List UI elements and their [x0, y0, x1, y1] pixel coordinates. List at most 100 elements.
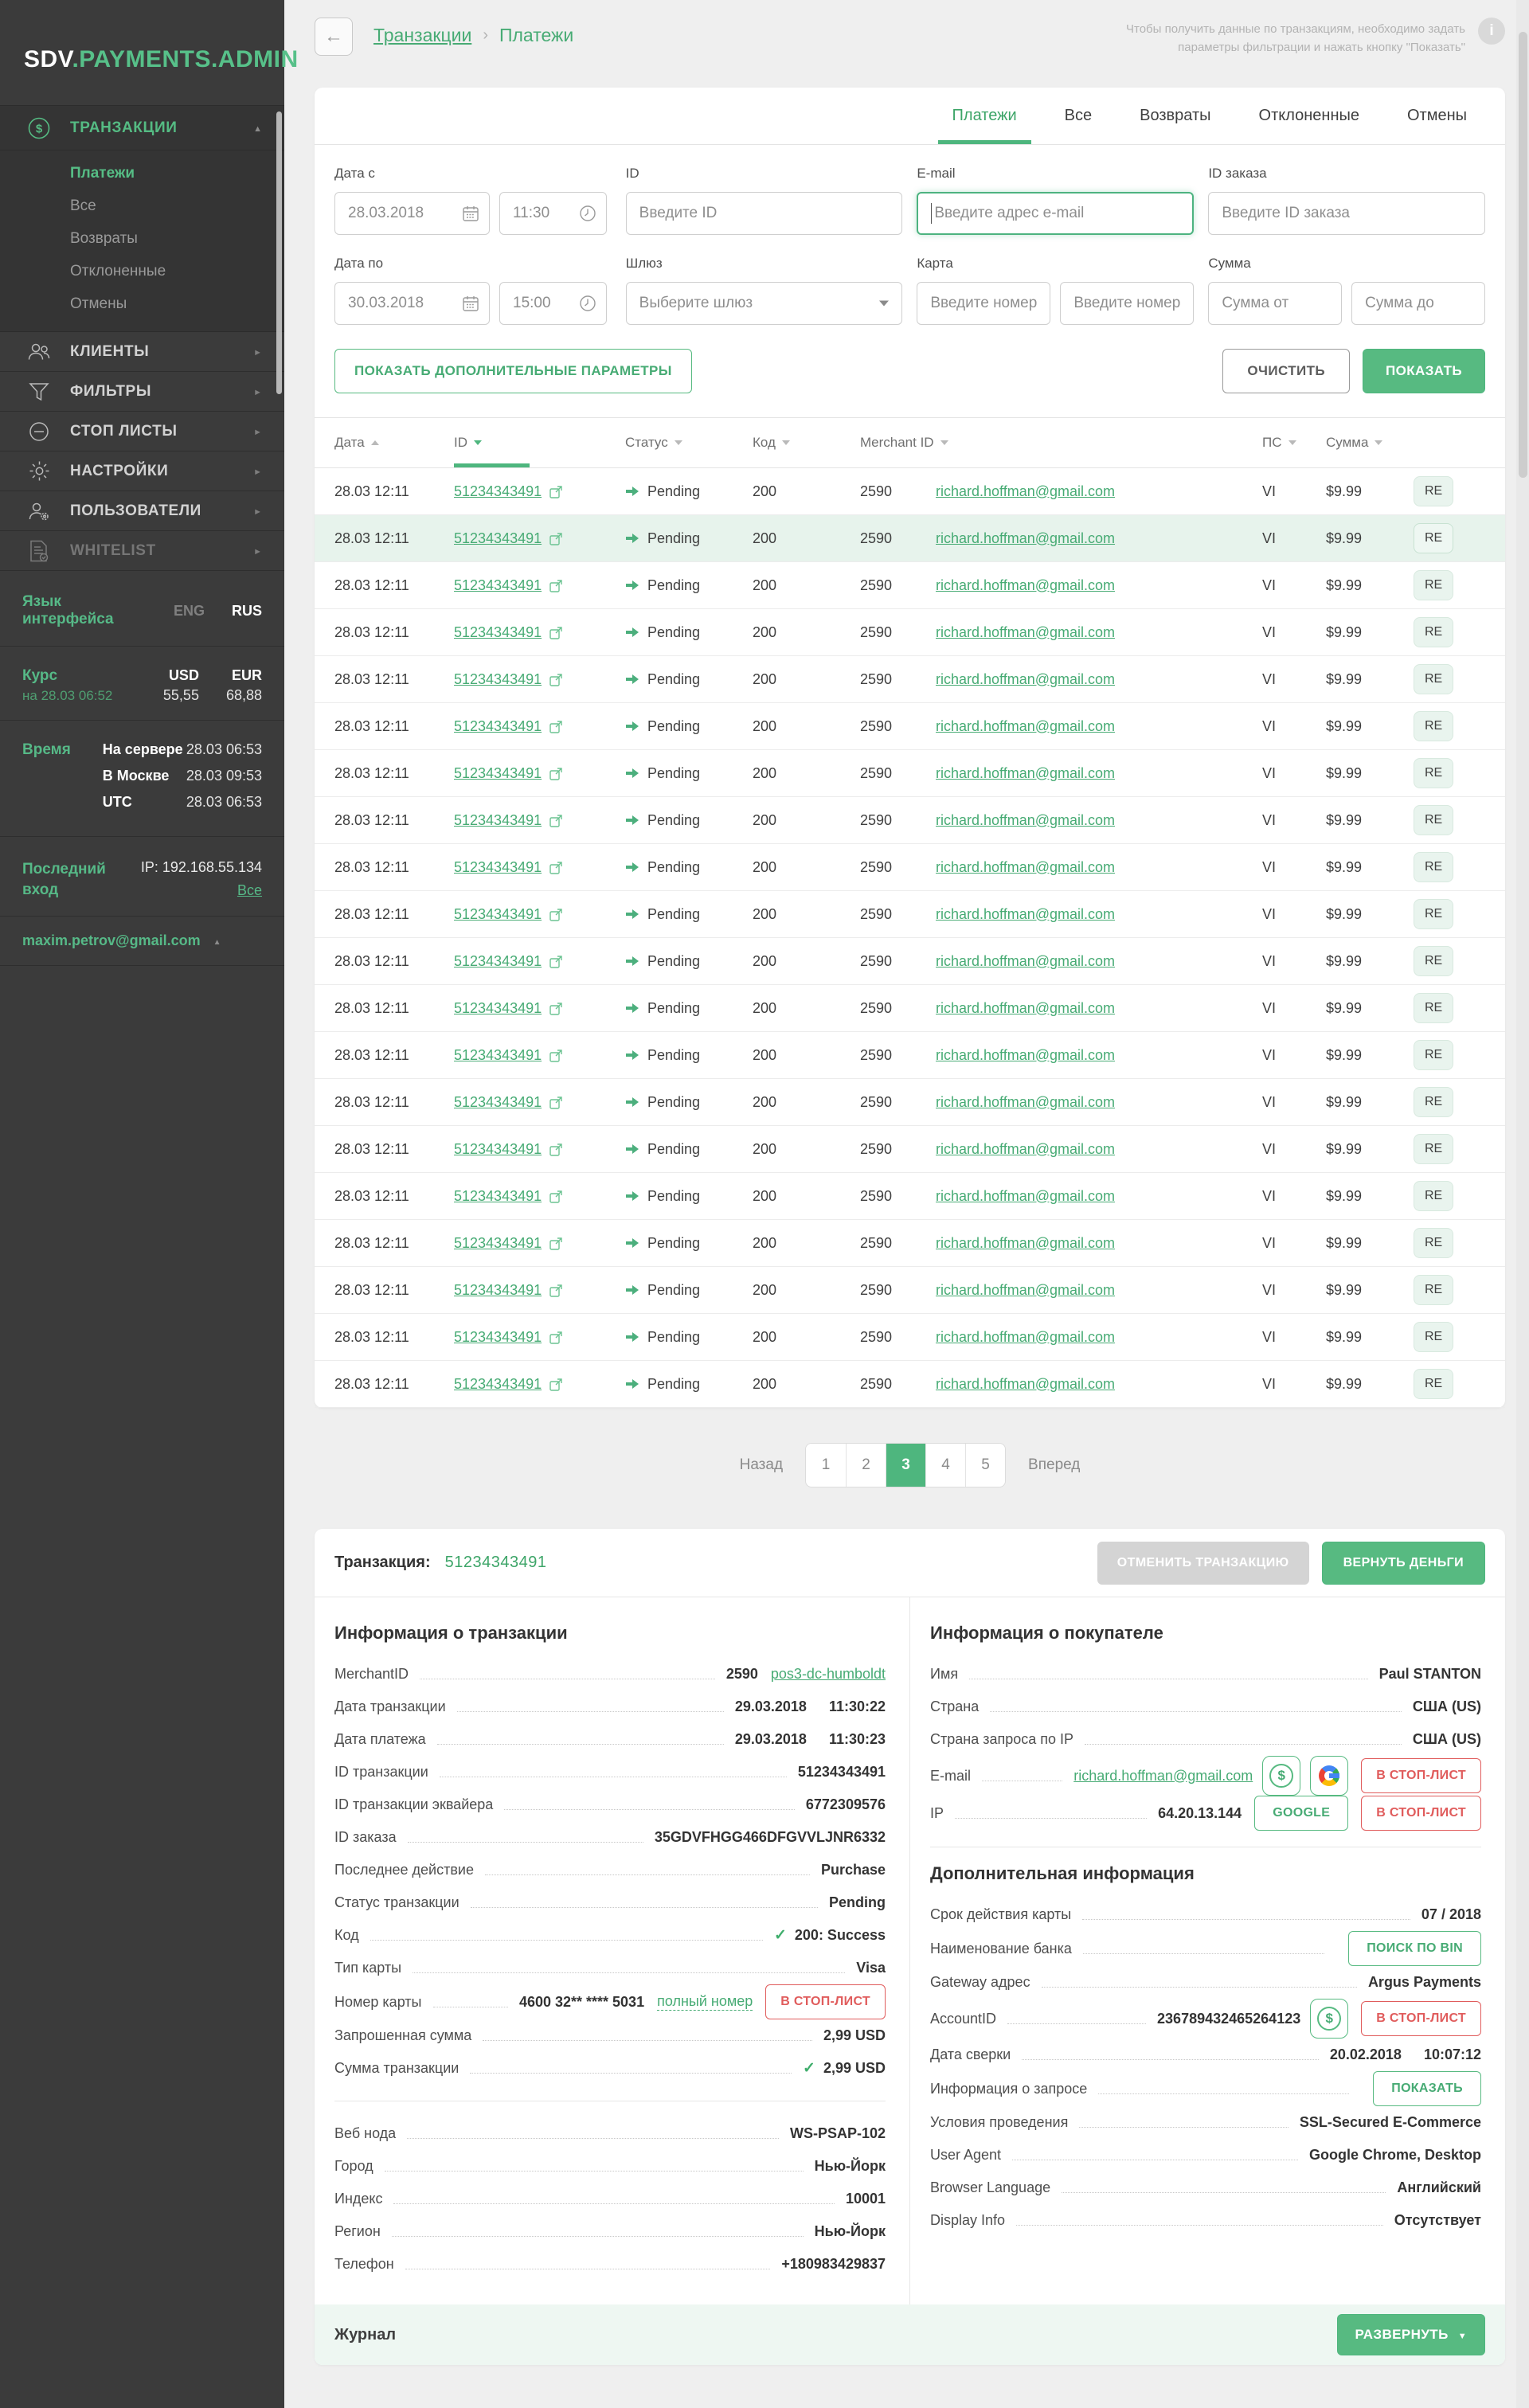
transaction-id-link[interactable]: 51234343491: [454, 1094, 542, 1110]
green-action-button[interactable]: GOOGLE: [1254, 1796, 1348, 1831]
customer-email-link[interactable]: richard.hoffman@gmail.com: [936, 483, 1115, 499]
re-button[interactable]: RE: [1414, 946, 1453, 976]
sidebar-subitem-item[interactable]: Все: [0, 190, 284, 222]
external-link-icon[interactable]: [549, 956, 562, 968]
table-row[interactable]: 28.03 12:1151234343491Pending2002590rich…: [315, 1126, 1505, 1173]
customer-email-link[interactable]: richard.hoffman@gmail.com: [936, 1000, 1115, 1016]
full-number-link[interactable]: полный номер: [657, 1993, 753, 2011]
gateway-select[interactable]: Выберите шлюз: [626, 282, 903, 325]
time-from-input[interactable]: 11:30: [499, 192, 607, 235]
external-link-icon[interactable]: [549, 674, 562, 686]
transaction-id-link[interactable]: 51234343491: [454, 718, 542, 734]
transaction-id-link[interactable]: 51234343491: [454, 765, 542, 781]
customer-email-link[interactable]: richard.hoffman@gmail.com: [936, 1141, 1115, 1157]
card-number-first-input[interactable]: Введите номер: [917, 282, 1050, 325]
re-button[interactable]: RE: [1414, 1134, 1453, 1164]
sidebar-subitem-item[interactable]: Отклоненные: [0, 255, 284, 287]
date-from-input[interactable]: 28.03.2018: [334, 192, 490, 235]
re-button[interactable]: RE: [1414, 617, 1453, 647]
sidebar-item-настройки[interactable]: НАСТРОЙКИ: [0, 452, 284, 491]
external-link-icon[interactable]: [549, 1331, 562, 1344]
customer-email-link[interactable]: richard.hoffman@gmail.com: [936, 765, 1115, 781]
table-row[interactable]: 28.03 12:1151234343491Pending2002590rich…: [315, 609, 1505, 656]
re-button[interactable]: RE: [1414, 852, 1453, 882]
re-button[interactable]: RE: [1414, 758, 1453, 788]
order-id-input[interactable]: Введите ID заказа: [1208, 192, 1485, 235]
transaction-id-link[interactable]: 51234343491: [454, 1235, 542, 1251]
clock-icon[interactable]: [579, 205, 596, 222]
sidebar-item-whitelist[interactable]: WHITELIST: [0, 531, 284, 571]
tab-возвраты[interactable]: Возвраты: [1116, 88, 1234, 144]
transaction-id-link[interactable]: 51234343491: [454, 1282, 542, 1298]
sidebar-subitem-item[interactable]: Возвраты: [0, 222, 284, 255]
table-row[interactable]: 28.03 12:1151234343491Pending2002590rich…: [315, 797, 1505, 844]
customer-email-link[interactable]: richard.hoffman@gmail.com: [936, 671, 1115, 687]
table-row[interactable]: 28.03 12:1151234343491Pending2002590rich…: [315, 562, 1505, 609]
external-link-icon[interactable]: [549, 1378, 562, 1391]
external-link-icon[interactable]: [549, 1237, 562, 1250]
re-button[interactable]: RE: [1414, 1087, 1453, 1117]
pagination-prev[interactable]: Назад: [740, 1456, 783, 1474]
time-to-input[interactable]: 15:00: [499, 282, 607, 325]
stop-list-dollar-button[interactable]: $: [1310, 1999, 1348, 2039]
transaction-id-link[interactable]: 51234343491: [454, 1047, 542, 1063]
column-header-amount[interactable]: Сумма: [1326, 418, 1414, 467]
customer-email-link[interactable]: richard.hoffman@gmail.com: [936, 577, 1115, 593]
table-row[interactable]: 28.03 12:1151234343491Pending2002590rich…: [315, 656, 1505, 703]
tab-отмены[interactable]: Отмены: [1383, 88, 1491, 144]
clear-button[interactable]: ОЧИСТИТЬ: [1222, 349, 1350, 393]
re-button[interactable]: RE: [1414, 1181, 1453, 1211]
re-button[interactable]: RE: [1414, 805, 1453, 835]
customer-email-link[interactable]: richard.hoffman@gmail.com: [936, 1188, 1115, 1204]
transaction-id-link[interactable]: 51234343491: [454, 530, 542, 546]
customer-email-link[interactable]: richard.hoffman@gmail.com: [936, 812, 1115, 828]
more-params-button[interactable]: ПОКАЗАТЬ ДОПОЛНИТЕЛЬНЫЕ ПАРАМЕТРЫ: [334, 349, 692, 393]
transaction-id-link[interactable]: 51234343491: [454, 1141, 542, 1157]
transaction-id-link[interactable]: 51234343491: [454, 624, 542, 640]
table-row[interactable]: 28.03 12:1151234343491Pending2002590rich…: [315, 1361, 1505, 1408]
external-link-icon[interactable]: [549, 533, 562, 545]
re-button[interactable]: RE: [1414, 1275, 1453, 1305]
sidebar-subitem-item[interactable]: Отмены: [0, 287, 284, 320]
re-button[interactable]: RE: [1414, 1228, 1453, 1258]
info-icon[interactable]: [1478, 18, 1505, 45]
re-button[interactable]: RE: [1414, 1040, 1453, 1070]
column-header-code[interactable]: Код: [753, 418, 860, 467]
add-to-stop-list-button[interactable]: В СТОП-ЛИСТ: [1361, 2001, 1481, 2036]
pagination-page-4[interactable]: 4: [925, 1444, 965, 1487]
column-header-ps[interactable]: ПС: [1262, 418, 1326, 467]
show-button[interactable]: ПОКАЗАТЬ: [1363, 349, 1485, 393]
column-header-merchant-id[interactable]: Merchant ID: [860, 418, 1262, 467]
transaction-id-link[interactable]: 51234343491: [454, 577, 542, 593]
column-header-id[interactable]: ID: [454, 418, 625, 467]
customer-email-link[interactable]: richard.hoffman@gmail.com: [936, 953, 1115, 969]
pagination-page-3[interactable]: 3: [886, 1444, 925, 1487]
sidebar-item-пользователи[interactable]: ПОЛЬЗОВАТЕЛИ: [0, 491, 284, 531]
green-action-button[interactable]: ПОКАЗАТЬ: [1373, 2071, 1481, 2106]
sidebar-item-фильтры[interactable]: ФИЛЬТРЫ: [0, 372, 284, 412]
table-row[interactable]: 28.03 12:1151234343491Pending2002590rich…: [315, 1267, 1505, 1314]
account-menu[interactable]: maxim.petrov@gmail.com: [0, 917, 284, 966]
language-option-rus[interactable]: RUS: [232, 603, 262, 619]
calendar-icon[interactable]: [462, 295, 479, 312]
amount-to-input[interactable]: Сумма до: [1351, 282, 1485, 325]
google-search-button[interactable]: [1310, 1756, 1348, 1796]
transaction-id-link[interactable]: 51234343491: [454, 1376, 542, 1392]
card-number-last-input[interactable]: Введите номер: [1060, 282, 1194, 325]
table-row[interactable]: 28.03 12:1151234343491Pending2002590rich…: [315, 1173, 1505, 1220]
tab-отклоненные[interactable]: Отклоненные: [1235, 88, 1383, 144]
journal-expand-button[interactable]: РАЗВЕРНУТЬ: [1337, 2314, 1485, 2355]
table-row[interactable]: 28.03 12:1151234343491Pending2002590rich…: [315, 1079, 1505, 1126]
breadcrumb-transactions-link[interactable]: Транзакции: [373, 25, 471, 46]
refund-button[interactable]: ВЕРНУТЬ ДЕНЬГИ: [1322, 1542, 1485, 1585]
customer-email-link[interactable]: richard.hoffman@gmail.com: [936, 1094, 1115, 1110]
external-link-icon[interactable]: [549, 768, 562, 780]
sidebar-item-стоп-листы[interactable]: СТОП ЛИСТЫ: [0, 412, 284, 452]
cancel-transaction-button[interactable]: ОТМЕНИТЬ ТРАНЗАКЦИЮ: [1097, 1542, 1309, 1585]
transaction-id-link[interactable]: 51234343491: [454, 671, 542, 687]
table-row[interactable]: 28.03 12:1151234343491Pending2002590rich…: [315, 750, 1505, 797]
re-button[interactable]: RE: [1414, 476, 1453, 506]
email-input[interactable]: Введите адрес e-mail: [917, 192, 1194, 235]
back-button[interactable]: ←: [315, 18, 353, 56]
page-scrollbar-thumb[interactable]: [1519, 32, 1527, 478]
